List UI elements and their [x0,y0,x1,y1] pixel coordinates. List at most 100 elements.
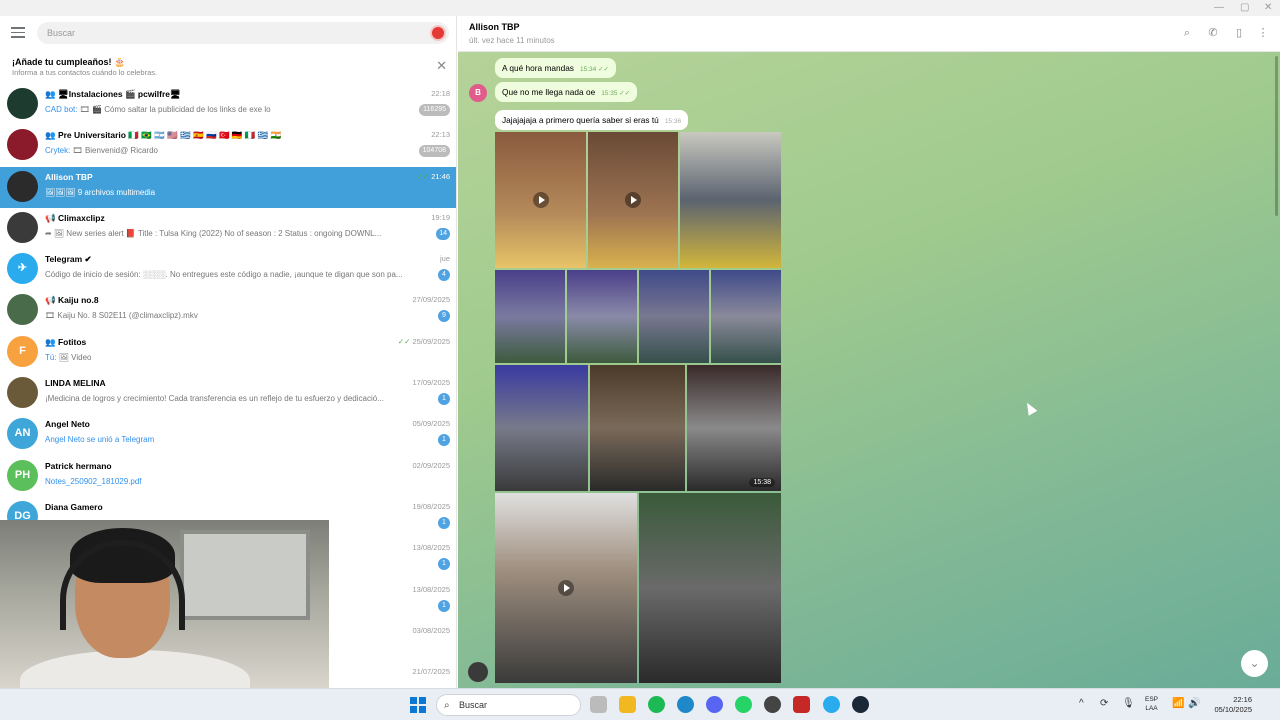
message-bubble[interactable]: Jajajajaja a primero quería saber si era… [495,110,689,130]
chat-list-item[interactable]: Allison TBP 🖼🖼🖼 9 archivos multimedia ✓✓ 21… [0,166,456,208]
chat-name: 👥 Fotitos [45,336,87,347]
language-code: ESP [1145,696,1159,703]
wifi-icon[interactable]: 📶 [1172,698,1184,709]
play-icon[interactable] [558,580,574,596]
task-view-icon[interactable] [590,696,607,713]
chat-preview-text: 🖼🖼🖼 9 archivos multimedia [45,187,156,197]
search-icon[interactable]: ⌕ [1180,26,1194,40]
message-text: Que no me llega nada oe [502,87,596,97]
sync-icon[interactable]: ⟳ [1100,698,1108,709]
album-video[interactable] [588,132,678,268]
chat-time-text: 17/09/2025 [412,378,450,388]
album-photo[interactable] [495,365,588,491]
chat-list-item[interactable]: 📢 Climaxclipz ➦ 🖼 New series alert 📕 Titl… [0,208,456,249]
windows-start-icon[interactable] [410,697,426,713]
search-input[interactable]: Buscar [37,22,449,44]
record-icon[interactable] [430,25,446,41]
taskbar-search-label: Buscar [459,700,488,710]
steam-icon[interactable] [852,696,869,713]
close-icon[interactable]: ✕ [436,58,447,74]
chat-title[interactable]: Allison TBP [469,22,520,32]
chat-preview: 🖼🖼🖼 9 archivos multimedia [45,188,155,197]
chat-time-text: 05/09/2025 [412,419,450,429]
chat-avatar [7,377,38,409]
sender-avatar[interactable] [468,662,488,682]
chat-time: 21/07/2025 [412,667,450,676]
volume-icon[interactable]: 🔊 [1188,698,1200,709]
read-check-icon: ✓✓ [619,90,631,97]
scrollbar[interactable] [1275,56,1278,216]
telegram-icon[interactable] [823,696,840,713]
scroll-down-button[interactable]: ⌄ [1241,650,1268,677]
chat-list-item[interactable]: LINDA MELINA ¡Medicina de logros y crecim… [0,373,456,414]
minimize-button[interactable]: — [1214,2,1224,13]
chat-list-item[interactable]: ✈ Telegram ✔ Código de inicio de sesión: ░… [0,249,456,290]
chat-preview-text: 🎞 🎬 Cómo saltar la publicidad de los lin… [77,105,271,114]
chat-time-text: 21:46 [431,171,450,181]
album-photo[interactable] [567,270,637,363]
chat-name: Allison TBP [45,171,93,182]
play-icon[interactable] [625,192,641,208]
chat-time: 13/08/2025 [412,585,450,594]
chat-avatar: F [7,335,38,367]
album-photo[interactable] [590,365,685,491]
album-photo[interactable]: 15:38 [687,365,781,491]
maximize-button[interactable]: ▢ [1240,2,1249,13]
mouse-cursor-icon [1022,400,1038,416]
album-photo[interactable] [680,132,781,268]
play-icon[interactable] [532,192,549,208]
chat-header[interactable]: Allison TBP últ. vez hace 11 minutos ⌕ ✆… [458,16,1280,52]
clock-time: 22:16 [1233,695,1252,704]
message-bubble[interactable]: Que no me llega nada oe 15:35 ✓✓ [495,82,638,102]
chat-list-item[interactable]: 👥 🖥Instalaciones 🎬 pcwilfre🖥 CAD bot: 🎞 🎬… [0,84,456,125]
chat-time-text: 13/08/2025 [412,543,450,553]
chat-avatar: PH [7,459,38,491]
chat-list-item[interactable]: 📢 Kaiju no.8 🎞 Kaiju No. 8 S02E11 (@clima… [0,290,456,331]
phone-icon[interactable]: ✆ [1206,26,1220,40]
discord-icon[interactable] [706,696,723,713]
unread-badge: 14 [436,227,450,240]
chat-time: 02/09/2025 [412,461,450,470]
microphone-icon[interactable]: 🎙 [1122,698,1135,709]
chat-preview-text: 🎞 Bienvenid@ Ricardo [70,146,158,156]
close-window-button[interactable]: ✕ [1264,2,1272,13]
language-indicator[interactable]: ESP LAA [1145,695,1158,713]
chat-time: 27/09/2025 [412,295,450,304]
file-explorer-icon[interactable] [619,696,636,713]
chat-list-item[interactable]: AN Angel Neto Angel Neto se unió a Telegra… [0,414,456,455]
menu-icon[interactable] [11,27,25,38]
unread-badge: 1 [438,393,450,406]
chat-preview: ➦ 🖼 New series alert 📕 Title : Tulsa Kin… [45,229,381,238]
birthday-banner[interactable]: ¡Añade tu cumpleaños! 🎂 Informa a tus co… [0,52,456,82]
album-photo[interactable] [495,270,565,363]
chat-time-text: 27/09/2025 [412,295,450,305]
message-bubble[interactable]: A qué hora mandas 15:34 ✓✓ [495,58,616,78]
chat-list-item[interactable]: F 👥 Fotitos Tú: 🖼 Video ✓✓ 25/09/2025 [0,332,456,373]
unread-badge: 1 [438,599,450,612]
keyboard-layout: LAA [1145,705,1158,712]
more-icon[interactable]: ⋮ [1256,26,1270,40]
album-photo[interactable] [639,493,781,683]
message-time: 15:34 [579,66,597,73]
taskbar-search[interactable]: ⌕ Buscar [436,694,581,716]
app-icon[interactable] [793,696,810,713]
obs-icon[interactable] [764,696,781,713]
whatsapp-icon[interactable] [735,696,752,713]
chat-preview: Angel Neto se unió a Telegram [45,435,154,444]
chat-time-text: 22:18 [431,89,450,98]
chat-list-item[interactable]: 👥 Pre Universitario 🇮🇹 🇧🇷 🇦🇷 🇺🇸 🇬🇷 🇪🇸 🇷🇺… [0,125,456,166]
album-photo[interactable] [639,270,709,363]
album-photo[interactable] [711,270,781,363]
tray-chevron-icon[interactable]: ^ [1079,698,1084,709]
clock[interactable]: 22:16 05/10/2025 [1208,695,1252,715]
album-video[interactable] [495,132,586,268]
album-video[interactable] [495,493,637,683]
album-time: 15:38 [749,478,775,487]
spotify-icon[interactable] [648,696,665,713]
edge-icon[interactable] [677,696,694,713]
message-time: 15:36 [664,118,682,125]
chat-list-item[interactable]: PH Patrick hermano Notes_250902_181029.pdf… [0,456,456,497]
sidebar-toggle-icon[interactable]: ▯ [1232,26,1246,40]
chat-panel: Allison TBP últ. vez hace 11 minutos ⌕ ✆… [458,16,1280,688]
sender-avatar[interactable]: B [469,84,487,102]
